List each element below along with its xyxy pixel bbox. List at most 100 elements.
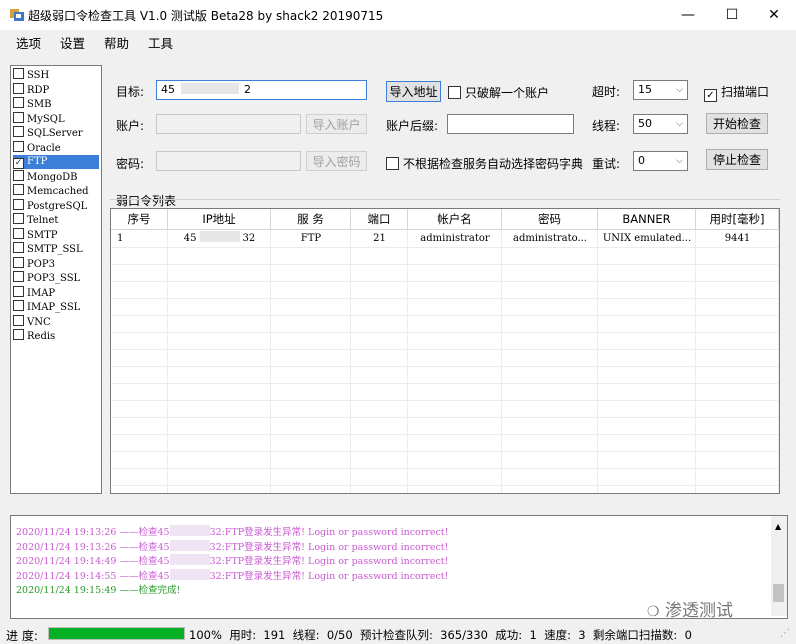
scan-port-checkbox[interactable]: ✓ 扫描端口 [704, 83, 769, 102]
checkbox-icon[interactable] [13, 111, 24, 123]
protocol-label: SMB [27, 99, 52, 110]
import-address-button[interactable]: 导入地址 [386, 81, 441, 102]
grid-line [111, 434, 779, 435]
checkbox-icon[interactable] [13, 126, 24, 137]
menu-settings[interactable]: 设置 [60, 33, 85, 52]
checkmark-icon[interactable]: ✓ [13, 158, 24, 169]
protocol-item[interactable]: SMB [13, 97, 99, 111]
log-time: 2020/11/24 19:13:26 [16, 541, 120, 553]
auto-dict-checkbox[interactable]: 不根据检查服务自动选择密码字典 [386, 155, 583, 172]
protocol-list[interactable]: SSH RDP SMB MySQL SQLServer Oracle ✓ FTP MongoDB… [10, 65, 102, 494]
protocol-label: PostgreSQL [27, 200, 88, 212]
checkbox-icon[interactable] [13, 68, 24, 79]
crack-one-checkbox[interactable]: 只破解一个账户 [448, 84, 549, 101]
column-header[interactable]: 用时[毫秒] [696, 209, 779, 230]
crack-one-label: 只破解一个账户 [465, 86, 550, 100]
protocol-item[interactable]: PostgreSQL [13, 198, 99, 213]
grid-line [111, 281, 779, 282]
resize-grip-icon[interactable]: ⋰ [780, 628, 790, 639]
account-input[interactable] [156, 114, 301, 134]
log-time: 2020/11/24 19:14:49 [16, 556, 120, 567]
protocol-item[interactable]: SMTP_SSL [13, 242, 99, 256]
grid-line [111, 485, 779, 486]
protocol-item[interactable]: POP3_SSL [13, 271, 99, 285]
protocol-item[interactable]: RDP [13, 82, 99, 97]
checkbox-icon[interactable] [13, 184, 24, 195]
minimize-button[interactable]: — [666, 0, 710, 30]
column-header[interactable]: IP地址 [168, 209, 271, 230]
menu-options[interactable]: 选项 [16, 33, 41, 52]
protocol-item[interactable]: Telnet [13, 213, 99, 227]
checkbox-icon[interactable] [13, 213, 24, 224]
queue-label: 预计检查队列: [359, 628, 433, 642]
checkbox-icon[interactable] [13, 242, 24, 253]
column-header[interactable]: 端口 [351, 209, 408, 230]
retry-value: 0 [638, 154, 645, 167]
table-cell: 1 [117, 233, 124, 244]
redacted-block [169, 554, 210, 565]
protocol-item[interactable]: IMAP [13, 285, 99, 300]
close-button[interactable]: ✕ [752, 0, 796, 30]
protocol-item[interactable]: SSH [13, 68, 99, 82]
protocol-item[interactable]: IMAP_SSL [13, 300, 99, 314]
checkbox-icon[interactable] [13, 82, 24, 94]
column-header[interactable]: 密码 [502, 209, 598, 230]
protocol-item[interactable]: Redis [13, 329, 99, 343]
checkbox-icon[interactable] [13, 271, 24, 282]
protocol-item[interactable]: VNC [13, 314, 99, 329]
table-cell: 21 [373, 233, 386, 244]
log-scrollbar[interactable]: ▲ [771, 516, 787, 616]
grid-line [167, 230, 168, 493]
table-cell: 9441 [724, 233, 751, 244]
protocol-item[interactable]: SQLServer [13, 126, 99, 140]
checkbox-icon[interactable] [13, 169, 24, 181]
protocol-item[interactable]: POP3 [13, 256, 99, 271]
protocol-item[interactable]: MySQL [13, 111, 99, 126]
redacted-block [169, 525, 210, 536]
grid-line [695, 230, 696, 493]
grid-line [111, 468, 779, 469]
password-input[interactable] [156, 151, 301, 171]
import-account-button[interactable]: 导入账户 [306, 114, 367, 134]
checkbox-icon[interactable] [13, 97, 24, 108]
scroll-thumb[interactable] [773, 584, 784, 602]
maximize-button[interactable]: ☐ [710, 0, 754, 30]
checkbox-icon[interactable] [13, 227, 24, 239]
protocol-item[interactable]: ✓ FTP [13, 155, 99, 169]
stop-button[interactable]: 停止检查 [706, 149, 768, 170]
checkbox-icon[interactable] [13, 300, 24, 311]
protocol-label: MongoDB [27, 171, 78, 183]
protocol-label: Oracle [27, 142, 61, 154]
target-input[interactable]: 45 2 [156, 80, 367, 100]
grid-line [111, 400, 779, 401]
threads-select[interactable]: 50 ⌵ [633, 114, 688, 134]
column-header[interactable]: 帐户名 [408, 209, 502, 230]
column-header[interactable]: 序号 [111, 209, 168, 230]
grid-line [111, 451, 779, 452]
account-suffix-input[interactable] [447, 114, 574, 134]
protocol-item[interactable]: Oracle [13, 140, 99, 155]
redacted-block [169, 568, 210, 580]
import-password-button[interactable]: 导入密码 [306, 151, 367, 171]
menu-help[interactable]: 帮助 [104, 33, 129, 52]
chevron-down-icon: ⌵ [676, 85, 683, 95]
log-panel[interactable]: ▲ ❍ 渗透测试 2020/11/24 19:13:26 ——检查45 32:FT… [10, 515, 788, 619]
column-header[interactable]: BANNER [598, 209, 696, 230]
protocol-item[interactable]: MongoDB [13, 169, 99, 184]
protocol-item[interactable]: Memcached [13, 184, 99, 198]
checkbox-icon[interactable] [13, 198, 24, 210]
timeout-select[interactable]: 15 ⌵ [633, 80, 688, 100]
checkbox-icon[interactable] [13, 256, 24, 268]
threads-label: 线程: [592, 119, 621, 133]
menu-tools[interactable]: 工具 [148, 33, 173, 52]
results-table[interactable]: 序号 IP地址服 务端口 帐户名 密码 BANNER 用时[毫秒] 1 45 32 FTP 21 ad… [110, 208, 780, 494]
column-header[interactable]: 服 务 [271, 209, 351, 230]
protocol-item[interactable]: SMTP [13, 227, 99, 242]
checkbox-icon[interactable] [13, 285, 24, 297]
retry-select[interactable]: 0 ⌵ [633, 151, 688, 171]
start-button[interactable]: 开始检查 [706, 113, 768, 134]
checkbox-icon[interactable] [13, 140, 24, 152]
checkbox-icon[interactable] [13, 329, 24, 340]
scroll-up-icon[interactable]: ▲ [775, 522, 781, 531]
checkbox-icon[interactable] [13, 314, 24, 326]
